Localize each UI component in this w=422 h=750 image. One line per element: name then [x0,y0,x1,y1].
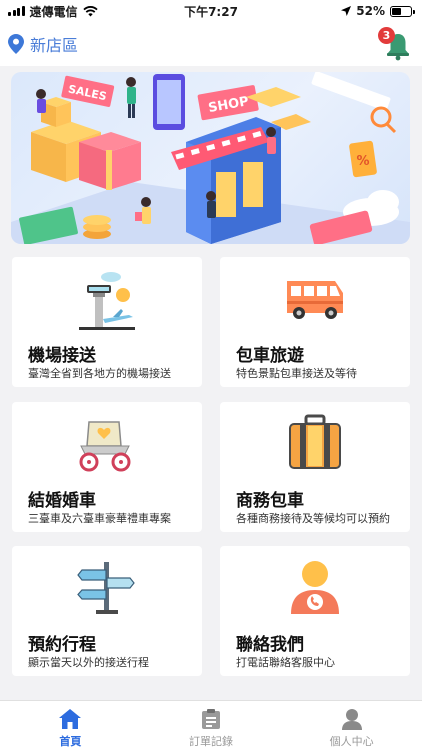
service-card-wedding[interactable]: 結婚婚車 三臺車及六臺車豪華禮車專案 [12,402,202,532]
service-title: 結婚婚車 [28,491,96,511]
airport-tower-icon [79,272,135,330]
service-description: 特色景點包車接送及等待 [236,367,357,380]
service-card-airport[interactable]: 機場接送 臺灣全省到各地方的機場接送 [12,257,202,387]
app-header: 新店區 3 [0,22,422,66]
service-title: 商務包車 [236,491,304,511]
suitcase-icon [289,414,341,469]
home-icon [59,709,82,729]
signpost-icon [77,562,135,614]
service-title: 聯絡我們 [236,635,304,655]
tab-profile[interactable]: 個人中心 [281,701,422,750]
service-title: 預約行程 [28,635,96,655]
status-time: 下午7:27 [184,4,238,19]
tab-label: 首頁 [59,735,82,748]
signal-icon [8,6,25,16]
service-title: 機場接送 [28,346,96,366]
location-selector[interactable]: 新店區 [8,32,78,56]
user-icon [341,709,362,730]
notification-button[interactable]: 3 [378,27,412,61]
battery-icon [390,5,415,17]
carrier-name: 遠傳電信 [29,4,78,19]
tour-bus-icon [287,281,343,319]
location-label: 新店區 [30,36,79,55]
tab-label: 個人中心 [329,735,374,748]
service-description: 各種商務接待及等候均可以預約 [236,512,390,525]
clipboard-icon [202,709,220,729]
location-pin-icon [8,34,24,54]
shopping-illustration: SALES SHOP % [11,72,410,244]
service-title: 包車旅遊 [236,346,304,366]
service-description: 打電話聯絡客服中心 [236,656,335,669]
tab-home[interactable]: 首頁 [0,701,141,750]
tab-orders[interactable]: 訂單記錄 [141,701,282,750]
status-bar: 遠傳電信 下午7:27 52% [0,0,422,22]
bottom-tab-bar: 首頁 訂單記錄 個人中心 [0,700,422,750]
service-description: 三臺車及六臺車豪華禮車專案 [28,512,171,525]
svg-text:%: % [356,154,369,169]
battery-percent: 52% [356,4,385,18]
service-description: 顯示當天以外的接送行程 [28,656,149,669]
service-card-business[interactable]: 商務包車 各種商務接待及等候均可以預約 [220,402,410,532]
customer-service-icon [291,561,339,614]
service-card-tour[interactable]: 包車旅遊 特色景點包車接送及等待 [220,257,410,387]
service-card-schedule[interactable]: 預約行程 顯示當天以外的接送行程 [12,546,202,676]
service-card-contact[interactable]: 聯絡我們 打電話聯絡客服中心 [220,546,410,676]
wedding-carriage-icon [79,421,131,472]
tab-label: 訂單記錄 [189,735,233,748]
promo-banner[interactable]: SALES SHOP % [11,72,410,244]
notification-badge: 3 [378,27,395,44]
service-description: 臺灣全省到各地方的機場接送 [28,367,171,380]
wifi-icon [82,5,98,16]
location-arrow-icon [341,6,352,16]
